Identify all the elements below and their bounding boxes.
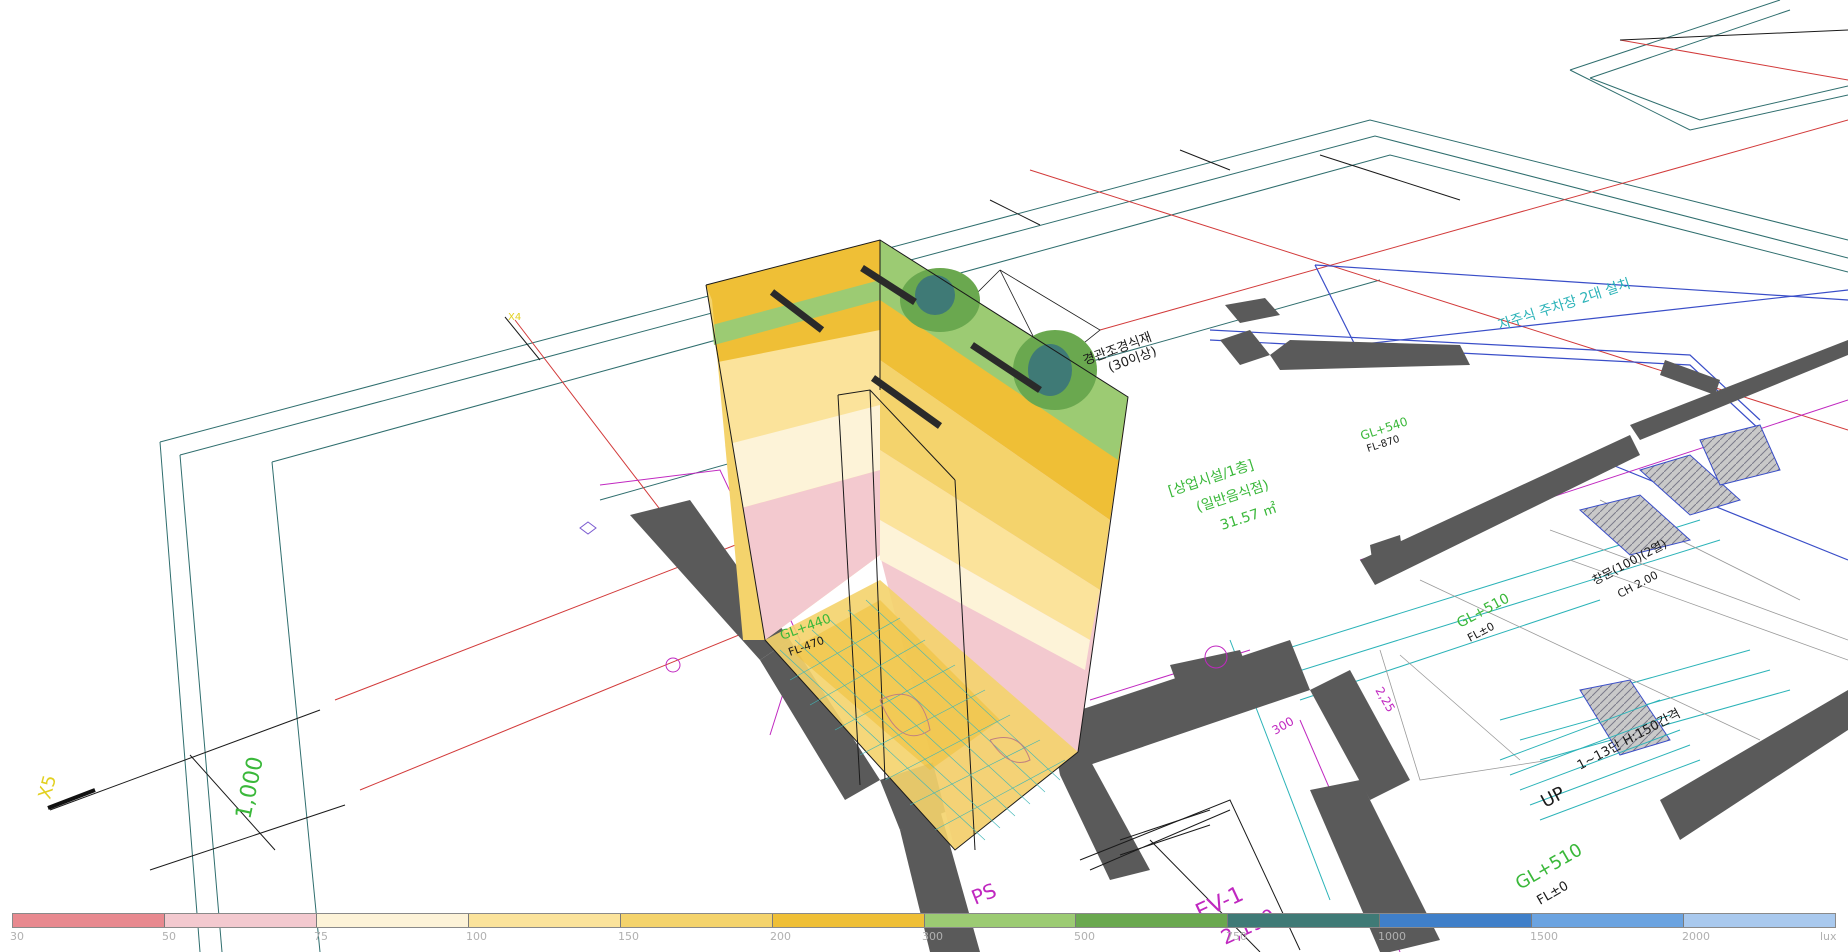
- cad-3d-viewport[interactable]: GL+440 FL-470 GL+540 FL-870 [상업시설/1층] (일…: [0, 0, 1848, 952]
- legend-swatch: [1076, 914, 1229, 927]
- legend-swatch: [316, 914, 469, 927]
- legend-tick: 300: [922, 930, 943, 943]
- illuminance-volume-3d: [705, 239, 1129, 851]
- label-ps: PS: [968, 878, 1000, 910]
- legend-tick: 200: [770, 930, 791, 943]
- illuminance-legend: 30 50 75 100 150 200 300 500 750 1000 1500 2000 lux: [10, 913, 1837, 949]
- label-dim-1000: 1,000: [231, 754, 269, 821]
- legend-tick: 750: [1226, 930, 1247, 943]
- legend-swatch: [1684, 914, 1836, 927]
- label-right-note: 자주식 주차장 2대 설치: [1496, 276, 1632, 334]
- legend-tick: 1500: [1530, 930, 1558, 943]
- legend-swatch: [924, 914, 1077, 927]
- legend-tick: 1000: [1378, 930, 1406, 943]
- legend-tick: 2000: [1682, 930, 1710, 943]
- label-up: UP: [1537, 783, 1568, 813]
- top-right-detail: [1569, 0, 1848, 131]
- cyan-lines: [1229, 519, 1791, 901]
- label-grid-a: X5: [35, 773, 61, 801]
- legend-tick: 30: [10, 930, 24, 943]
- legend-color-scale: [12, 913, 1836, 928]
- legend-tick-labels: 30 50 75 100 150 200 300 500 750 1000 1500 2000 lux: [10, 930, 1837, 948]
- legend-swatch: [772, 914, 925, 927]
- legend-tick: 75: [314, 930, 328, 943]
- legend-tick: 500: [1074, 930, 1095, 943]
- label-grid-b: X4: [508, 312, 521, 323]
- label-dim-300: 300: [1270, 714, 1297, 738]
- legend-swatch: [620, 914, 773, 927]
- legend-swatch: [13, 914, 165, 927]
- legend-swatch: [164, 914, 317, 927]
- legend-swatch: [468, 914, 621, 927]
- label-dim-225: 2,25: [1372, 685, 1397, 715]
- legend-swatch: [1380, 914, 1533, 927]
- legend-swatch: [1532, 914, 1685, 927]
- legend-swatch: [1228, 914, 1381, 927]
- hatched-areas: [1578, 424, 1781, 756]
- legend-tick: 50: [162, 930, 176, 943]
- legend-tick: 100: [466, 930, 487, 943]
- legend-tick: 150: [618, 930, 639, 943]
- legend-tick: lux: [1820, 930, 1837, 943]
